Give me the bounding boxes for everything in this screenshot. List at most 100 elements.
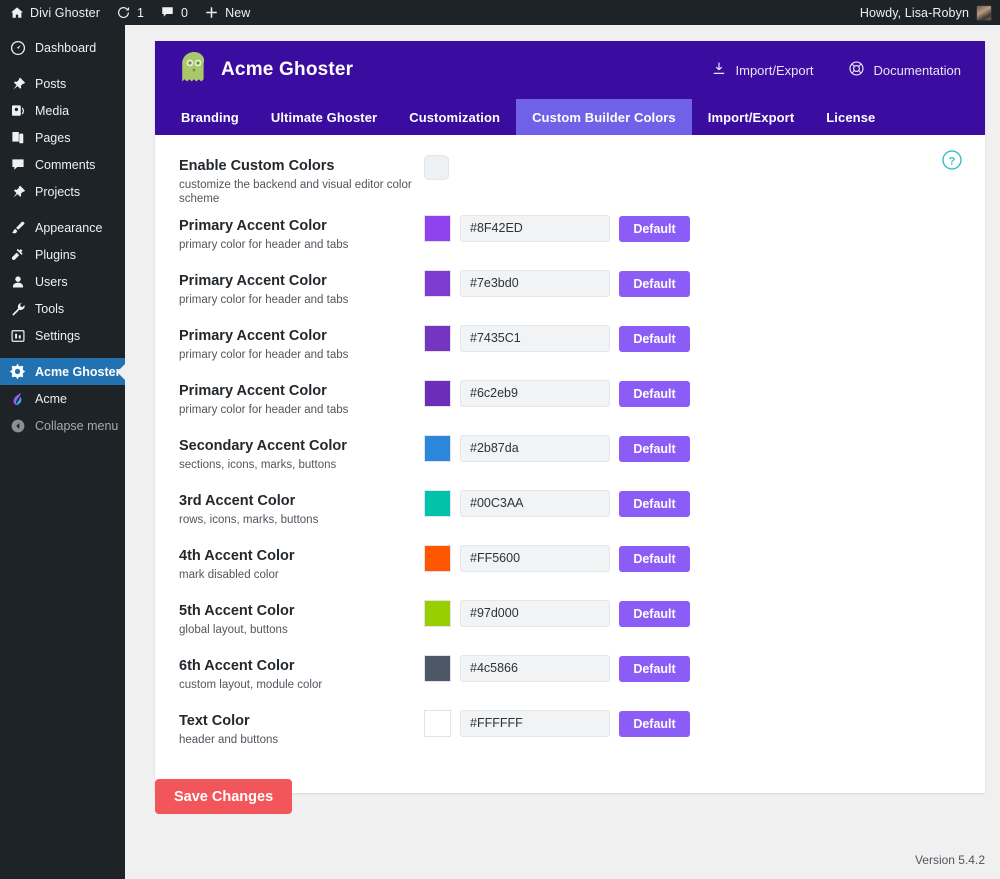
- row-labels: 3rd Accent Color rows, icons, marks, butt…: [179, 488, 424, 527]
- setting-row-color: 6th Accent Color custom layout, module co…: [155, 653, 985, 701]
- row-control: #8F42ED Default: [424, 213, 690, 242]
- sidebar-item-appearance[interactable]: Appearance: [0, 214, 125, 241]
- color-swatch[interactable]: [424, 490, 451, 517]
- color-hex-input[interactable]: #FF5600: [460, 545, 610, 572]
- sidebar-item-settings[interactable]: Settings: [0, 322, 125, 349]
- sidebar-item-projects[interactable]: Projects: [0, 178, 125, 205]
- comments-count: 0: [181, 5, 189, 20]
- reset-default-button[interactable]: Default: [619, 325, 690, 352]
- import-export-link[interactable]: Import/Export: [711, 61, 814, 80]
- sidebar-item-label: Plugins: [35, 247, 76, 262]
- color-swatch[interactable]: [424, 600, 451, 627]
- sidebar-item-pages[interactable]: Pages: [0, 124, 125, 151]
- sidebar-item-users[interactable]: Users: [0, 268, 125, 295]
- color-hex-input[interactable]: #6c2eb9: [460, 380, 610, 407]
- row-labels: 4th Accent Color mark disabled color: [179, 543, 424, 582]
- admin-bar-site-name: Divi Ghoster: [30, 5, 100, 20]
- reset-default-button[interactable]: Default: [619, 655, 690, 682]
- row-description: customize the backend and visual editor …: [179, 179, 412, 205]
- row-control: #00C3AA Default: [424, 488, 690, 517]
- color-swatch[interactable]: [424, 215, 451, 242]
- pages-icon: [9, 129, 26, 146]
- documentation-link[interactable]: Documentation: [848, 60, 961, 80]
- color-hex-input[interactable]: #7e3bd0: [460, 270, 610, 297]
- color-hex-input[interactable]: #8F42ED: [460, 215, 610, 242]
- sidebar-item-media[interactable]: Media: [0, 97, 125, 124]
- tab-customization[interactable]: Customization: [393, 99, 516, 135]
- sidebar-item-posts[interactable]: Posts: [0, 70, 125, 97]
- tab-import-export[interactable]: Import/Export: [692, 99, 811, 135]
- reset-default-button[interactable]: Default: [619, 435, 690, 462]
- color-swatch[interactable]: [424, 325, 451, 352]
- color-hex-input[interactable]: #00C3AA: [460, 490, 610, 517]
- reset-default-button[interactable]: Default: [619, 600, 690, 627]
- reset-default-button[interactable]: Default: [619, 710, 690, 737]
- color-hex-input[interactable]: #7435C1: [460, 325, 610, 352]
- color-swatch[interactable]: [424, 545, 451, 572]
- admin-bar: Divi Ghoster 1 0 New Howdy, Lisa-Robyn: [0, 0, 1000, 25]
- setting-row-color: 4th Accent Color mark disabled color #FF56…: [155, 543, 985, 591]
- comment-icon: [9, 156, 26, 173]
- admin-bar-site-link[interactable]: Divi Ghoster: [0, 0, 108, 25]
- save-changes-button[interactable]: Save Changes: [155, 779, 293, 814]
- row-control: #FF5600 Default: [424, 543, 690, 572]
- row-description: primary color for header and tabs: [179, 294, 349, 306]
- row-control: #97d000 Default: [424, 598, 690, 627]
- sidebar-item-tools[interactable]: Tools: [0, 295, 125, 322]
- reset-default-button[interactable]: Default: [619, 215, 690, 242]
- sidebar-item-label: Appearance: [35, 220, 103, 235]
- sidebar-item-label: Projects: [35, 184, 81, 199]
- color-hex-input[interactable]: #2b87da: [460, 435, 610, 462]
- tab-branding[interactable]: Branding: [165, 99, 255, 135]
- tab-custom-builder-colors[interactable]: Custom Builder Colors: [516, 99, 692, 135]
- color-swatch[interactable]: [424, 435, 451, 462]
- tab-license[interactable]: License: [810, 99, 891, 135]
- settings-body: ? Enable Custom Colors customize the bac…: [155, 135, 985, 793]
- sidebar-item-label: Media: [35, 103, 70, 118]
- reset-default-button[interactable]: Default: [619, 270, 690, 297]
- reset-default-button[interactable]: Default: [619, 490, 690, 517]
- color-swatch[interactable]: [424, 270, 451, 297]
- setting-row-enable-custom-colors: Enable Custom Colors customize the backe…: [155, 153, 985, 206]
- wrench-icon: [9, 300, 26, 317]
- reset-default-button[interactable]: Default: [619, 545, 690, 572]
- sidebar-item-acme-ghoster[interactable]: Acme Ghoster: [0, 358, 125, 385]
- row-title: Primary Accent Color: [179, 218, 327, 234]
- color-hex-input[interactable]: #4c5866: [460, 655, 610, 682]
- admin-bar-new[interactable]: New: [196, 0, 258, 25]
- sidebar-item-plugins[interactable]: Plugins: [0, 241, 125, 268]
- color-swatch[interactable]: [424, 655, 451, 682]
- admin-bar-updates[interactable]: 1: [108, 0, 152, 25]
- new-label: New: [225, 5, 251, 20]
- sidebar-item-acme[interactable]: Acme: [0, 385, 125, 412]
- row-description: primary color for header and tabs: [179, 404, 349, 416]
- row-control: #7435C1 Default: [424, 323, 690, 352]
- sidebar-item-dashboard[interactable]: Dashboard: [0, 34, 125, 61]
- ghost-icon: [179, 51, 209, 90]
- sidebar-item-collapse-menu[interactable]: Collapse menu: [0, 412, 125, 439]
- color-hex-input[interactable]: #FFFFFF: [460, 710, 610, 737]
- row-description: sections, icons, marks, buttons: [179, 459, 337, 471]
- help-circle-icon[interactable]: ?: [941, 149, 963, 176]
- admin-bar-account[interactable]: Howdy, Lisa-Robyn: [860, 4, 1000, 21]
- row-title: Primary Accent Color: [179, 328, 327, 344]
- admin-bar-comments[interactable]: 0: [152, 0, 196, 25]
- tab-ultimate-ghoster[interactable]: Ultimate Ghoster: [255, 99, 393, 135]
- color-swatch[interactable]: [424, 380, 451, 407]
- color-hex-input[interactable]: #97d000: [460, 600, 610, 627]
- sidebar-item-label: Acme Ghoster: [35, 364, 121, 379]
- row-control: [424, 153, 449, 180]
- reset-default-button[interactable]: Default: [619, 380, 690, 407]
- row-control: #2b87da Default: [424, 433, 690, 462]
- svg-text:?: ?: [949, 155, 956, 167]
- row-title: Text Color: [179, 713, 250, 729]
- download-icon: [711, 61, 727, 80]
- import-export-label: Import/Export: [735, 62, 814, 78]
- color-swatch[interactable]: [424, 710, 451, 737]
- sidebar-item-comments[interactable]: Comments: [0, 151, 125, 178]
- enable-custom-colors-checkbox[interactable]: [424, 155, 449, 180]
- row-description: primary color for header and tabs: [179, 239, 349, 251]
- sidebar-item-label: Users: [35, 274, 68, 289]
- row-title: 3rd Accent Color: [179, 493, 296, 509]
- media-icon: [9, 102, 26, 119]
